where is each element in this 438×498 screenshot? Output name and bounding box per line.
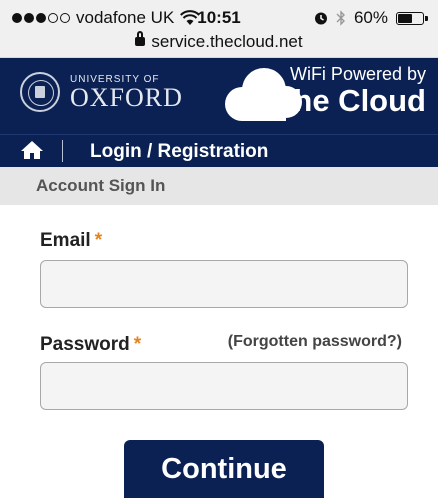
bluetooth-icon	[336, 10, 345, 26]
url-bar[interactable]: service.thecloud.net	[0, 31, 438, 52]
url-text: service.thecloud.net	[151, 32, 303, 51]
alarm-icon	[314, 12, 327, 25]
email-label-text: Email	[40, 230, 91, 251]
email-label: Email *	[40, 230, 102, 252]
nav-divider	[62, 140, 63, 162]
login-registration-link[interactable]: Login / Registration	[90, 141, 268, 163]
password-label-text: Password	[40, 334, 130, 355]
email-field[interactable]	[40, 260, 408, 308]
home-icon[interactable]	[20, 140, 44, 160]
oxford-logo: UNIVERSITY OF OXFORD	[20, 72, 183, 112]
status-bar: vodafone UK 10:51 60% service.thecloud.n…	[0, 0, 438, 58]
oxford-crest-icon	[20, 72, 60, 112]
cloud-brand-name: The Cloud	[274, 83, 426, 118]
oxford-big-text: OXFORD	[70, 82, 183, 112]
lock-icon	[135, 31, 146, 46]
account-header-bar: Account Sign In	[0, 167, 438, 205]
required-marker: *	[94, 230, 103, 251]
battery-icon	[396, 11, 428, 25]
cloud-branding: WiFi Powered by The Cloud	[274, 64, 426, 117]
nav-bar: Login / Registration	[0, 134, 438, 167]
continue-button[interactable]: Continue	[124, 440, 324, 498]
password-field[interactable]	[40, 362, 408, 410]
battery-percent: 60%	[353, 8, 388, 27]
account-sign-in-title: Account Sign In	[36, 176, 166, 195]
password-label: Password *	[40, 334, 141, 356]
required-marker: *	[133, 334, 142, 355]
forgotten-password-link[interactable]: (Forgotten password?)	[228, 333, 402, 351]
cloud-tagline: WiFi Powered by	[289, 64, 426, 84]
site-header: UNIVERSITY OF OXFORD WiFi Powered by The…	[0, 58, 438, 134]
